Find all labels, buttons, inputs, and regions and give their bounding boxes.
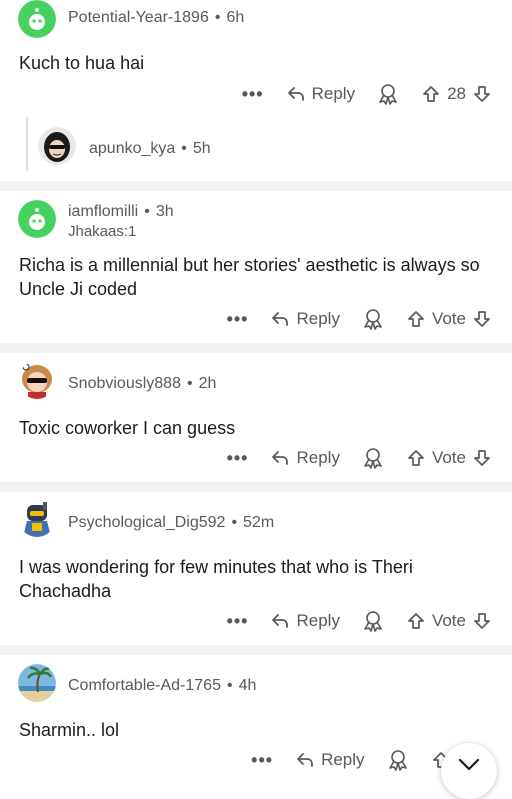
reply-arrow-icon: [272, 451, 289, 465]
comment-separator: [0, 343, 512, 353]
award-button[interactable]: [377, 83, 399, 105]
comment-body: Richa is a millennial but her stories' a…: [19, 255, 480, 299]
reply-label: Reply: [311, 84, 356, 103]
username[interactable]: iamflomilli: [68, 203, 138, 220]
reply-label: Reply: [321, 750, 365, 769]
reply-arrow-icon: [297, 753, 313, 767]
avatar[interactable]: [18, 200, 56, 238]
comment-separator: [0, 181, 512, 191]
vote-controls: Vote: [406, 309, 492, 329]
comment-actions: ••• Reply Vote: [227, 607, 492, 635]
avatar[interactable]: [38, 127, 76, 165]
award-icon: [364, 448, 382, 469]
reply-arrow-icon: [272, 614, 289, 628]
comment-actions: ••• Reply Vote: [227, 444, 492, 472]
comment-body: Sharmin.. lol: [19, 720, 120, 740]
vote-controls: Vote: [406, 448, 492, 468]
more-options-button[interactable]: •••: [227, 309, 249, 330]
username[interactable]: Potential-Year-1896: [68, 9, 209, 26]
reply-button[interactable]: Reply: [270, 309, 340, 329]
comment-header: Snobviously888 • 2h: [68, 375, 216, 393]
comment-body: Toxic coworker I can guess: [19, 418, 236, 438]
comment-separator: [0, 482, 512, 492]
timestamp: 2h: [198, 375, 217, 392]
sunglasses-avatar-icon: [18, 361, 56, 399]
scroll-to-next-button[interactable]: [441, 743, 497, 799]
username[interactable]: Psychological_Dig592: [68, 514, 225, 531]
more-options-button[interactable]: •••: [242, 84, 264, 105]
snoo-avatar-icon: [18, 200, 56, 238]
timestamp: 3h: [155, 203, 174, 220]
vote-count: 28: [447, 84, 466, 103]
downvote-arrow-icon[interactable]: [472, 448, 492, 468]
beach-avatar-icon: [18, 664, 56, 702]
award-button[interactable]: [387, 749, 409, 771]
comment-header: apunko_kya • 5h: [89, 140, 211, 158]
comment-header: iamflomilli • 3h: [68, 203, 174, 221]
comment-body: Kuch to hua hai: [19, 53, 145, 73]
comment-header: Psychological_Dig592 • 52m: [68, 514, 274, 532]
more-options-button[interactable]: •••: [227, 448, 249, 469]
timestamp: 52m: [243, 514, 275, 531]
comment-header: Potential-Year-1896 • 6h: [68, 9, 244, 27]
reply-label: Reply: [296, 611, 340, 630]
comment-actions: ••• Reply 28: [242, 80, 492, 108]
reply-arrow-icon: [272, 312, 289, 326]
masked-face-avatar-icon: [38, 127, 76, 165]
thread-line[interactable]: [26, 117, 28, 171]
username[interactable]: Snobviously888: [68, 375, 181, 392]
award-icon: [364, 309, 382, 330]
award-icon: [364, 611, 382, 632]
award-icon: [388, 750, 407, 771]
comment-separator: [0, 645, 512, 655]
reply-button[interactable]: Reply: [270, 611, 340, 631]
separator-dot: •: [231, 514, 238, 531]
comment-body: I was wondering for few minutes that who…: [19, 557, 413, 601]
downvote-arrow-icon[interactable]: [472, 611, 492, 631]
award-button[interactable]: [362, 308, 384, 330]
comment-actions: ••• Reply Vote: [227, 305, 492, 333]
timestamp: 4h: [238, 677, 257, 694]
more-options-button[interactable]: •••: [227, 611, 249, 632]
username[interactable]: apunko_kya: [89, 140, 175, 157]
separator-dot: •: [181, 140, 187, 157]
upvote-arrow-icon[interactable]: [406, 448, 426, 468]
avatar[interactable]: [18, 0, 56, 38]
reply-button[interactable]: Reply: [270, 448, 340, 468]
vote-controls: 28: [421, 84, 492, 104]
downvote-arrow-icon[interactable]: [472, 309, 492, 329]
award-button[interactable]: [362, 610, 384, 632]
separator-dot: •: [186, 375, 193, 392]
upvote-arrow-icon[interactable]: [406, 611, 426, 631]
snoo-avatar-icon: [18, 0, 56, 38]
username[interactable]: Comfortable-Ad-1765: [68, 677, 221, 694]
reply-button[interactable]: Reply: [295, 750, 365, 770]
chevron-down-icon: [458, 758, 480, 771]
award-button[interactable]: [362, 447, 384, 469]
separator-dot: •: [144, 203, 150, 220]
reply-label: Reply: [296, 309, 340, 328]
avatar[interactable]: [18, 361, 56, 399]
upvote-arrow-icon[interactable]: [406, 309, 426, 329]
timestamp: 6h: [226, 9, 245, 26]
comment-header: Comfortable-Ad-1765 • 4h: [68, 677, 256, 695]
separator-dot: •: [214, 9, 221, 26]
armored-avatar-icon: [18, 499, 56, 537]
vote-count: Vote: [431, 309, 466, 328]
upvote-arrow-icon[interactable]: [421, 84, 441, 104]
vote-controls: Vote: [406, 611, 492, 631]
reply-button[interactable]: Reply: [286, 84, 355, 104]
separator-dot: •: [226, 677, 233, 694]
more-options-button[interactable]: •••: [251, 750, 273, 771]
downvote-arrow-icon[interactable]: [472, 84, 492, 104]
vote-count: Vote: [431, 448, 466, 467]
vote-count: Vote: [431, 611, 466, 630]
avatar[interactable]: [18, 664, 56, 702]
user-flair: Jhakaas:1: [68, 223, 137, 240]
award-icon: [379, 84, 397, 105]
reply-arrow-icon: [287, 87, 304, 101]
avatar[interactable]: [18, 499, 56, 537]
timestamp: 5h: [192, 140, 211, 157]
reply-label: Reply: [296, 448, 340, 467]
